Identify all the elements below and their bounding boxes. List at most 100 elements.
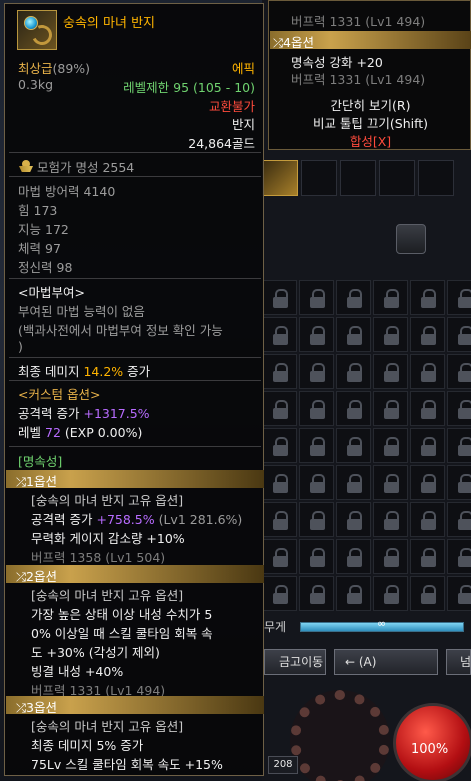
- option-line: 가장 높은 상태 이상 내성 수치가 5: [31, 607, 213, 622]
- lock-icon: [262, 317, 297, 352]
- lock-icon: [373, 354, 408, 389]
- compare-tooltip: 버프력 1331 (Lv1 494) ⤮4옵션 명속성 강화 +20 버프력 1…: [268, 0, 471, 150]
- skill-count: 208: [268, 756, 298, 774]
- trade-button[interactable]: ← (A): [334, 649, 438, 675]
- item-grade: 최상급(89%): [18, 58, 90, 77]
- lock-icon: [447, 391, 471, 426]
- option-subtitle: [숭속의 마녀 반지 고유 옵션]: [31, 588, 184, 603]
- equipment-slot[interactable]: [340, 160, 376, 196]
- weight-label: 무게: [264, 620, 287, 634]
- lock-icon: [447, 317, 471, 352]
- equipment-slot[interactable]: [379, 160, 415, 196]
- option-line: 최종 데미지 5% 증가: [31, 738, 144, 753]
- enchant-header: <마법부여>: [18, 285, 85, 300]
- lock-icon: [262, 502, 297, 537]
- stat-spirit: 정신력 98: [18, 257, 72, 276]
- equipment-slot[interactable]: [301, 160, 337, 196]
- lock-icon: [373, 428, 408, 463]
- lock-icon: [336, 428, 371, 463]
- option-subtitle: [숭속의 마녀 반지 고유 옵션]: [31, 493, 184, 508]
- lock-icon: [410, 428, 445, 463]
- lock-icon: [262, 391, 297, 426]
- lock-icon: [410, 391, 445, 426]
- lock-icon: [373, 539, 408, 574]
- equipment-slot[interactable]: [418, 160, 454, 196]
- divider: [9, 176, 261, 177]
- item-name: 숭속의 마녀 반지: [63, 16, 155, 31]
- lock-icon: [262, 465, 297, 500]
- ring-icon: [17, 10, 57, 50]
- lock-icon: [447, 502, 471, 537]
- option-header-label: ⤮4옵션: [273, 35, 314, 50]
- simple-view-action[interactable]: 간단히 보기(R): [269, 95, 471, 114]
- final-damage: 최종 데미지 14.2% 증가: [18, 361, 150, 380]
- final-damage-value: 14.2%: [83, 364, 124, 379]
- hp-percent: 100%: [411, 742, 449, 757]
- item-type: 반지: [231, 117, 255, 132]
- lock-icon: [447, 465, 471, 500]
- divider: [9, 446, 261, 447]
- item-tooltip: 숭속의 마녀 반지 최상급(89%) 에픽 0.3kg 레벨제한 95 (105…: [4, 3, 264, 776]
- compare-toggle-action[interactable]: 비교 툴팁 끄기(Shift): [269, 113, 471, 132]
- option-header: ⤮4옵션: [270, 31, 471, 50]
- next-button[interactable]: 넘: [446, 649, 471, 675]
- lock-icon: [262, 539, 297, 574]
- enchant-line: 부여된 마법 능력이 없음: [18, 304, 145, 319]
- lock-icon: [299, 280, 334, 315]
- buff-power-text: 버프력 1331 (Lv1 494): [291, 14, 426, 29]
- lock-icon: [336, 391, 371, 426]
- divider: [9, 357, 261, 358]
- lock-icon: [410, 539, 445, 574]
- trade-restriction: 교환불가: [208, 99, 255, 114]
- locked-inventory-grid: [262, 280, 471, 611]
- option-header-label: ⤮3옵션: [16, 700, 57, 715]
- lock-icon: [299, 465, 334, 500]
- lock-icon: [299, 317, 334, 352]
- lock-icon: [447, 280, 471, 315]
- final-damage-label: 최종 데미지: [18, 364, 80, 379]
- equipment-slot[interactable]: [262, 160, 298, 196]
- lock-icon: [336, 502, 371, 537]
- lock-icon: [262, 354, 297, 389]
- lock-icon: [410, 280, 445, 315]
- lock-icon: [373, 280, 408, 315]
- lock-icon: [373, 391, 408, 426]
- move-to-storage-button[interactable]: 금고이동: [264, 649, 326, 675]
- stat-intelligence: 지능 172: [18, 219, 69, 238]
- buff-power-text: 버프력 1358 (Lv1 504): [31, 550, 166, 565]
- lock-icon: [373, 502, 408, 537]
- stat-vitality: 체력 97: [18, 238, 61, 257]
- lock-icon: [299, 428, 334, 463]
- element-tag: [명속성]: [18, 454, 63, 469]
- grade-label: 최상급: [18, 61, 53, 76]
- divider: [9, 278, 261, 279]
- stat-value: 97: [45, 241, 61, 256]
- lock-icon: [336, 317, 371, 352]
- option-2-header: ⤮2옵션: [6, 565, 264, 584]
- lock-icon: [299, 502, 334, 537]
- stat-label: 지능: [18, 222, 42, 237]
- option-line: 무력화 게이지 감소량 +10%: [31, 531, 185, 546]
- medal-icon: [19, 160, 33, 173]
- synthesize-action[interactable]: 합성[X]: [269, 131, 471, 150]
- divider: [9, 380, 261, 381]
- grade-percent: (89%): [52, 61, 91, 76]
- option-3-header: ⤮3옵션: [6, 696, 264, 715]
- option-header-label: ⤮2옵션: [16, 569, 57, 584]
- lock-icon: [336, 354, 371, 389]
- enchant-line: (백과사전에서 마법부여 정보 확인 가능: [18, 323, 223, 338]
- stat-magic-defense: 마법 방어력 4140: [18, 181, 115, 200]
- stat-strength: 힘 173: [18, 200, 57, 219]
- option-subtitle: [숭속의 마녀 반지 고유 옵션]: [31, 719, 184, 734]
- lock-icon: [299, 391, 334, 426]
- item-rarity: 에픽: [231, 61, 255, 76]
- option-line: 도 +30% (각성기 제외): [31, 645, 160, 660]
- lock-icon: [410, 502, 445, 537]
- lock-icon: [262, 576, 297, 611]
- lock-icon: [447, 354, 471, 389]
- lock-icon: [373, 576, 408, 611]
- storage-icon[interactable]: [396, 224, 426, 254]
- option-line: 빙결 내성 +40%: [31, 664, 124, 679]
- option-text: 공격력 증가: [31, 512, 93, 527]
- lock-icon: [336, 539, 371, 574]
